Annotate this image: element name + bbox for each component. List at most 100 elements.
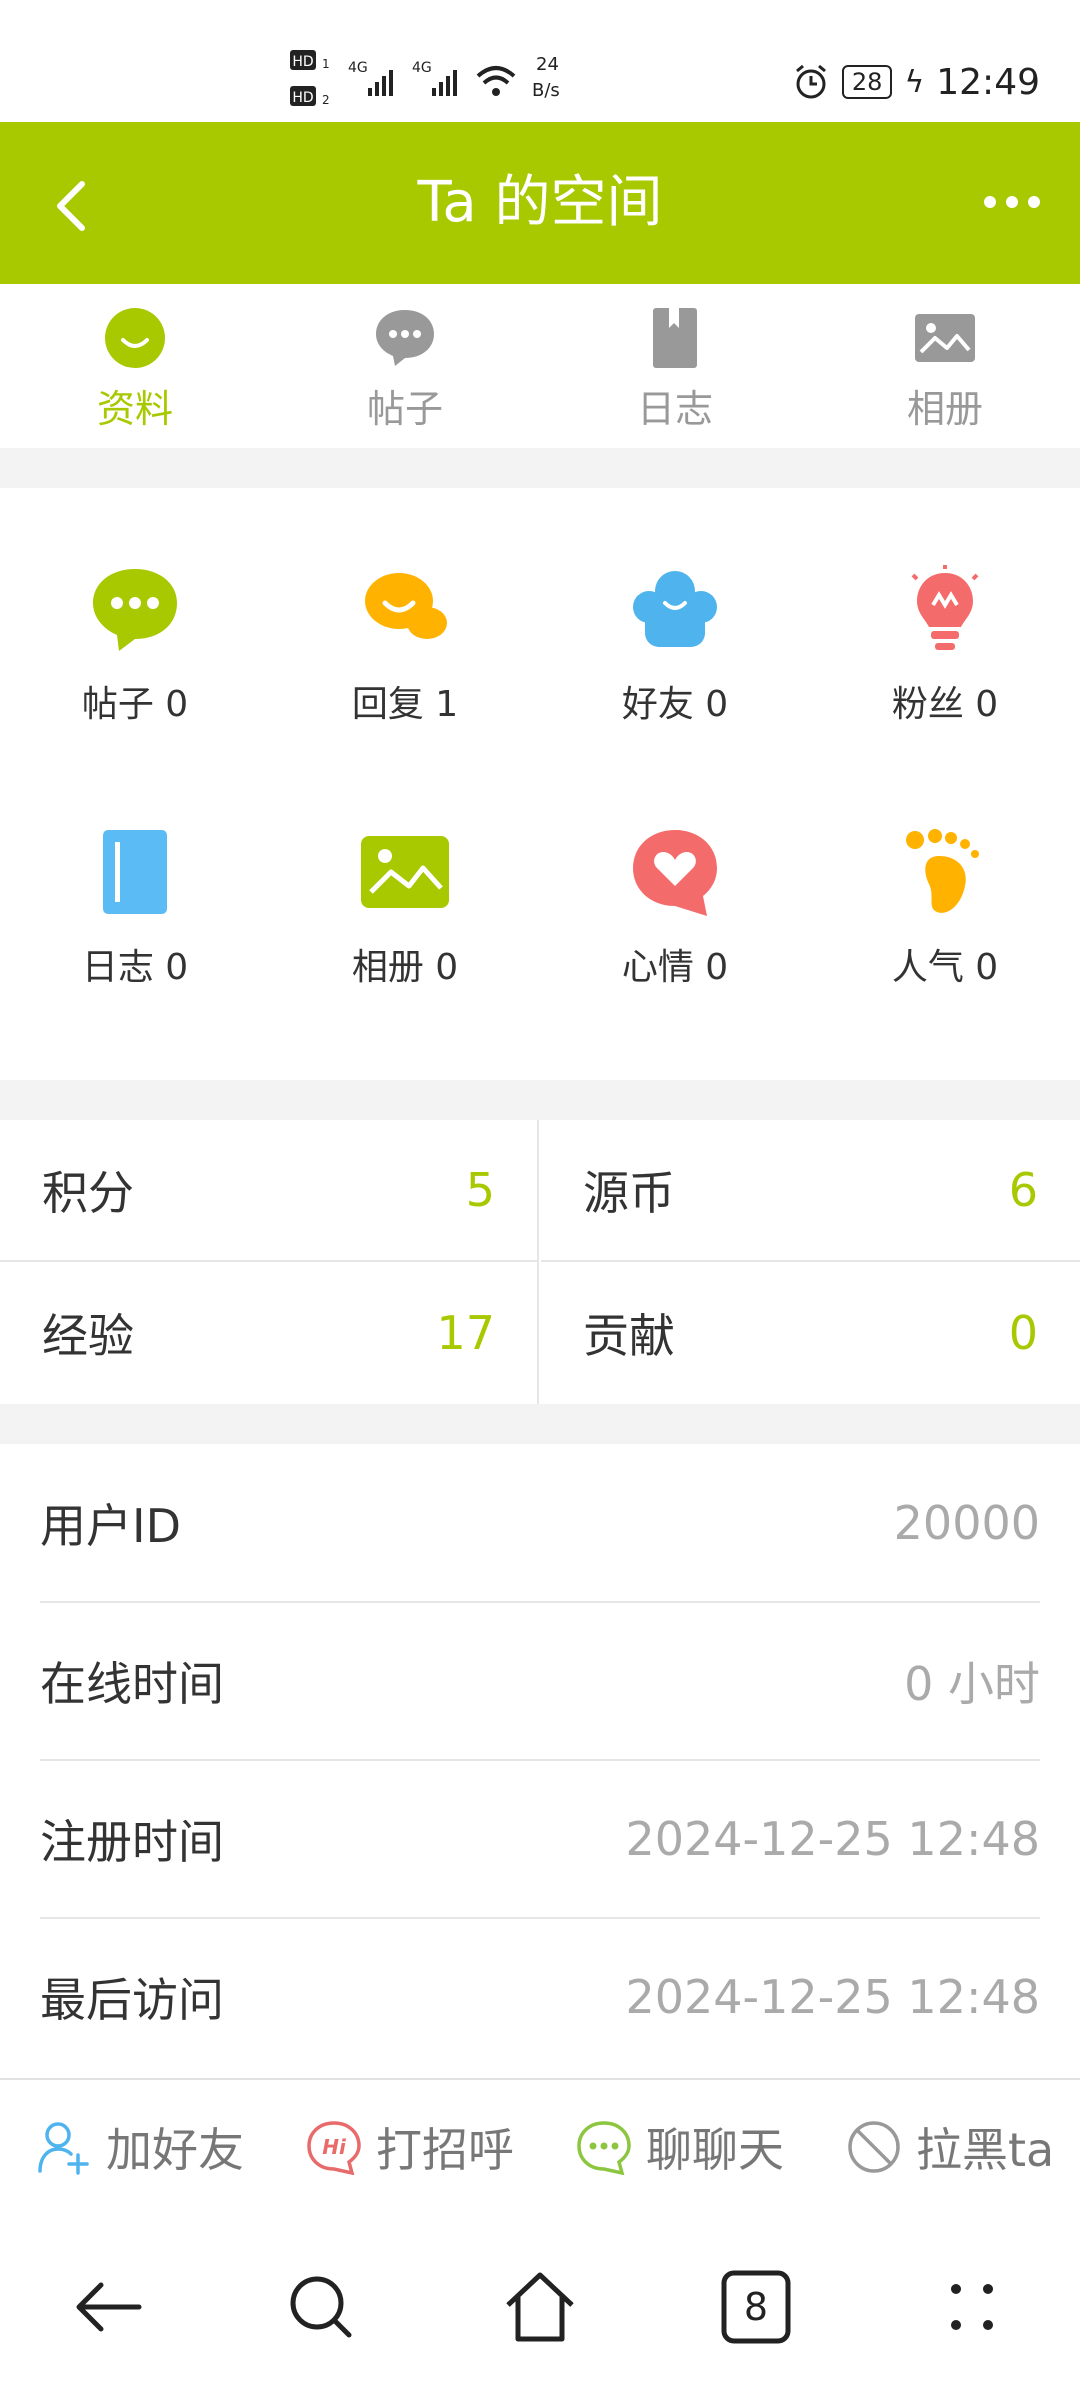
reply-bubbles-icon	[365, 573, 447, 639]
more-dots-icon	[984, 196, 1040, 208]
section-gap	[0, 448, 1080, 488]
stat-label: 好友 0	[621, 684, 729, 725]
tab-journal[interactable]: 日志	[540, 284, 810, 448]
charging-icon: ϟ	[904, 64, 925, 100]
svg-text:HD: HD	[292, 54, 313, 70]
points-cell: 积分 5	[0, 1120, 539, 1262]
footprint-icon	[906, 829, 979, 913]
block-label: 拉黑ta	[916, 2123, 1055, 2177]
block-button[interactable]: 拉黑ta	[846, 2080, 1054, 2214]
stat-posts[interactable]: 帖子 0	[0, 563, 270, 727]
svg-text:Hi: Hi	[322, 2135, 347, 2159]
tab-posts[interactable]: 帖子	[270, 284, 540, 448]
status-right: 28 ϟ 12:49	[792, 52, 1040, 112]
block-icon	[848, 2121, 900, 2173]
svg-text:B/s: B/s	[532, 80, 560, 101]
tabs-count-icon: 8	[721, 2270, 791, 2344]
add-friend-label: 加好友	[106, 2123, 244, 2177]
stat-friends[interactable]: 好友 0	[540, 563, 810, 727]
info-label: 在线时间	[40, 1657, 224, 1711]
tab-label: 资料	[96, 387, 173, 431]
info-value: 20000	[893, 1496, 1040, 1550]
stat-fans[interactable]: 粉丝 0	[810, 563, 1080, 727]
chat-button[interactable]: 聊聊天	[576, 2080, 784, 2214]
stat-mood[interactable]: 心情 0	[540, 826, 810, 990]
info-row-register-time: 注册时间 2024-12-25 12:48	[40, 1760, 1040, 1918]
tab-label: 帖子	[366, 387, 443, 431]
info-row-last-visit: 最后访问 2024-12-25 12:48	[40, 1918, 1040, 2076]
svg-text:8: 8	[744, 2285, 768, 2329]
battery-indicator: 28	[841, 65, 893, 99]
heart-bubble-icon	[633, 830, 717, 916]
info-value: 2024-12-25 12:48	[625, 1970, 1040, 2024]
chat-bubble-icon	[93, 569, 177, 651]
tab-profile[interactable]: 资料	[0, 284, 270, 448]
picture-icon	[915, 314, 975, 362]
coins-value: 6	[1008, 1163, 1038, 1217]
smile-icon	[105, 308, 165, 368]
home-icon	[506, 2272, 574, 2342]
stat-label: 回复 1	[351, 684, 459, 725]
signal-status-icons: HD 1 HD 2 4G 4G 24 B/s	[290, 50, 560, 107]
info-label: 注册时间	[40, 1815, 224, 1869]
svg-text:1: 1	[322, 57, 330, 71]
tab-album[interactable]: 相册	[810, 284, 1080, 448]
svg-text:HD: HD	[292, 90, 313, 106]
stat-journal[interactable]: 日志 0	[0, 826, 270, 990]
add-friend-button[interactable]: 加好友	[36, 2080, 244, 2214]
contribution-value: 0	[1008, 1306, 1038, 1360]
stat-popularity[interactable]: 人气 0	[810, 826, 1080, 990]
system-navigation: 8	[0, 2214, 1080, 2400]
chat-icon	[577, 2121, 631, 2175]
info-value: 0 小时	[904, 1657, 1040, 1711]
tab-label: 日志	[636, 387, 713, 431]
tab-label: 相册	[906, 387, 983, 431]
notebook-icon	[103, 830, 167, 914]
chat-bubble-icon	[376, 310, 434, 366]
svg-text:4G: 4G	[412, 60, 432, 76]
section-gap	[0, 1404, 1080, 1444]
lightbulb-icon	[911, 565, 979, 650]
stat-label: 粉丝 0	[891, 684, 999, 725]
info-row-online-time: 在线时间 0 小时	[40, 1602, 1040, 1760]
menu-dots-icon	[951, 2284, 993, 2330]
experience-cell: 经验 17	[0, 1262, 539, 1404]
app-header: Ta 的空间	[0, 122, 1080, 284]
hi-icon: Hi	[307, 2121, 361, 2175]
status-bar: HD 1 HD 2 4G 4G 24 B/s 28 ϟ 12:49	[0, 0, 1080, 122]
points-label: 积分	[42, 1166, 134, 1220]
picture-icon	[361, 836, 449, 908]
coins-cell: 源币 6	[541, 1120, 1080, 1262]
say-hi-label: 打招呼	[376, 2123, 514, 2177]
bookmark-icon	[653, 308, 697, 368]
add-user-icon	[38, 2122, 89, 2175]
coins-label: 源币	[583, 1166, 675, 1220]
experience-value: 17	[436, 1306, 495, 1360]
points-value: 5	[465, 1163, 495, 1217]
stat-album[interactable]: 相册 0	[270, 826, 540, 990]
contribution-cell: 贡献 0	[541, 1262, 1080, 1404]
arrow-left-icon	[76, 2282, 142, 2332]
nav-home-button[interactable]	[485, 2252, 595, 2362]
stat-label: 心情 0	[621, 947, 729, 988]
more-button[interactable]	[972, 182, 1052, 222]
chat-label: 聊聊天	[646, 2123, 784, 2177]
svg-text:2: 2	[322, 93, 330, 107]
stat-label: 人气 0	[891, 947, 999, 988]
nav-back-button[interactable]	[54, 2252, 164, 2362]
info-label: 用户ID	[40, 1499, 181, 1553]
alarm-icon	[795, 64, 826, 99]
user-info-list: 用户ID 20000 在线时间 0 小时 注册时间 2024-12-25 12:…	[0, 1444, 1080, 2078]
points-table: 积分 5 源币 6 经验 17 贡献 0	[0, 1120, 1080, 1404]
section-gap	[0, 1080, 1080, 1120]
info-label: 最后访问	[40, 1973, 224, 2027]
nav-menu-button[interactable]	[917, 2252, 1027, 2362]
nav-search-button[interactable]	[266, 2252, 376, 2362]
stat-replies[interactable]: 回复 1	[270, 563, 540, 727]
svg-text:4G: 4G	[348, 60, 368, 76]
search-icon	[290, 2276, 352, 2338]
nav-tabs-button[interactable]: 8	[701, 2252, 811, 2362]
say-hi-button[interactable]: Hi 打招呼	[306, 2080, 514, 2214]
page-title: Ta 的空间	[417, 170, 663, 235]
stat-label: 相册 0	[351, 947, 459, 988]
